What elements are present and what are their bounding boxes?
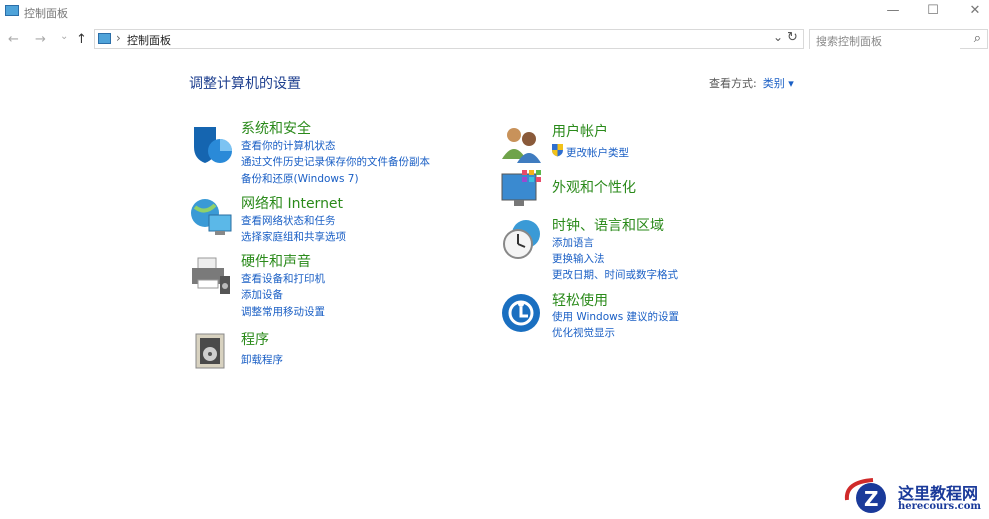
category-network-internet[interactable]: 网络和 Internet (241, 193, 343, 213)
link-optimize-visual-display[interactable]: 优化视觉显示 (552, 325, 615, 340)
breadcrumb-control-panel[interactable]: 控制面板 (127, 32, 171, 48)
link-devices-printers[interactable]: 查看设备和打印机 (241, 271, 325, 286)
programs-icon (195, 333, 225, 369)
link-change-input-method[interactable]: 更换输入法 (552, 251, 605, 266)
page-title: 调整计算机的设置 (189, 76, 301, 92)
link-backup-restore[interactable]: 备份和还原(Windows 7) (241, 171, 359, 186)
uac-shield-icon (552, 144, 563, 157)
link-file-history[interactable]: 通过文件历史记录保存你的文件备份副本 (241, 154, 430, 169)
link-uninstall-program[interactable]: 卸载程序 (241, 352, 283, 367)
back-button[interactable]: ← (8, 32, 19, 47)
search-box[interactable]: ⌕ (809, 29, 988, 51)
link-change-account-type[interactable]: 更改帐户类型 (566, 145, 629, 160)
address-bar[interactable]: › 控制面板 ⌄ ↻ (94, 29, 804, 49)
watermark-url: herecours.com (898, 501, 982, 512)
link-homegroup-sharing[interactable]: 选择家庭组和共享选项 (241, 229, 346, 244)
view-by: 查看方式: 类别 ▾ (709, 75, 794, 91)
app-icon (5, 5, 19, 16)
link-network-status[interactable]: 查看网络状态和任务 (241, 213, 336, 228)
view-by-dropdown[interactable]: 类别 ▾ (763, 77, 794, 90)
category-programs[interactable]: 程序 (241, 329, 269, 349)
link-add-device[interactable]: 添加设备 (241, 287, 283, 302)
category-hardware-sound[interactable]: 硬件和声音 (241, 251, 311, 271)
link-recommended-settings[interactable]: 使用 Windows 建议的设置 (552, 309, 679, 324)
breadcrumb-separator: › (116, 31, 121, 45)
appearance-icon (501, 170, 541, 206)
link-add-language[interactable]: 添加语言 (552, 235, 594, 250)
printer-icon (192, 257, 230, 294)
up-button[interactable]: ↑ (76, 32, 87, 47)
category-appearance-personalization[interactable]: 外观和个性化 (552, 177, 636, 197)
link-change-date-time-format[interactable]: 更改日期、时间或数字格式 (552, 267, 678, 282)
address-dropdown-button[interactable]: ⌄ (773, 30, 783, 44)
category-clock-language-region[interactable]: 时钟、语言和区域 (552, 215, 664, 235)
close-button[interactable]: ✕ (960, 2, 989, 22)
control-panel-icon (98, 33, 111, 44)
refresh-button[interactable]: ↻ (787, 30, 798, 45)
window-title: 控制面板 (24, 7, 68, 20)
forward-button[interactable]: → (35, 32, 46, 47)
view-by-label: 查看方式: (709, 77, 757, 90)
user-accounts-icon (502, 128, 541, 163)
ease-of-access-icon (502, 294, 540, 332)
shield-icon (194, 127, 232, 163)
link-mobility-settings[interactable]: 调整常用移动设置 (241, 304, 325, 319)
category-ease-of-access[interactable]: 轻松使用 (552, 290, 608, 310)
watermark-logo: Z (844, 478, 886, 513)
maximize-button[interactable]: ☐ (918, 2, 948, 22)
category-user-accounts[interactable]: 用户帐户 (552, 121, 608, 141)
link-view-computer-status[interactable]: 查看你的计算机状态 (241, 138, 336, 153)
category-system-security[interactable]: 系统和安全 (241, 118, 311, 138)
svg-text:Z: Z (864, 487, 879, 511)
recent-locations-button[interactable]: ⌄ (60, 31, 68, 42)
search-input[interactable] (810, 32, 960, 51)
network-globe-icon (191, 199, 232, 235)
clock-globe-icon (503, 220, 540, 259)
search-icon[interactable]: ⌕ (974, 31, 981, 46)
minimize-button[interactable]: — (878, 2, 908, 22)
